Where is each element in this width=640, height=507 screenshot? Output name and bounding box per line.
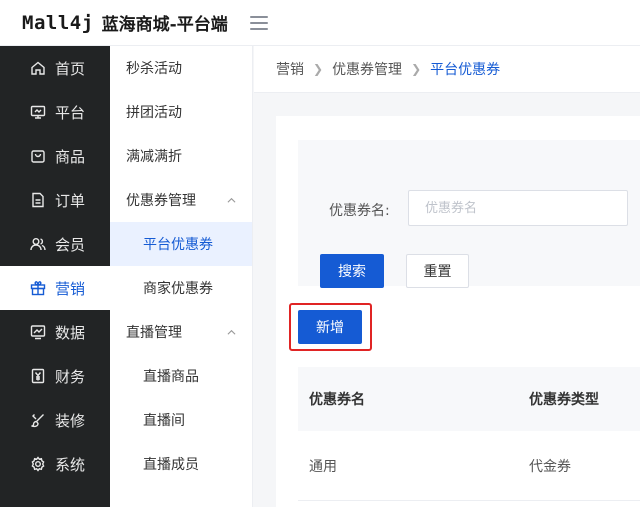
- sidebar-item-label: 系统: [55, 455, 86, 474]
- gear-icon: [31, 456, 45, 472]
- app-title: 蓝海商城-平台端: [101, 15, 228, 35]
- add-button[interactable]: 新增: [298, 310, 362, 344]
- users-icon: [30, 238, 46, 251]
- sidebar-item-label: 平台: [55, 103, 86, 122]
- submenu-item-label: 满减满折: [126, 149, 182, 165]
- submenu-group-live[interactable]: 直播管理: [110, 310, 252, 354]
- submenu-item-seckill[interactable]: 秒杀活动: [110, 46, 252, 90]
- submenu-item-label: 直播成员: [143, 457, 199, 473]
- submenu-item-discount[interactable]: 满减满折: [110, 134, 252, 178]
- brush-icon: [31, 414, 44, 428]
- submenu-item-label: 平台优惠券: [143, 237, 213, 253]
- breadcrumb-item[interactable]: 营销: [276, 59, 304, 79]
- gift-icon: [30, 281, 46, 296]
- search-button[interactable]: 搜索: [320, 254, 384, 288]
- submenu-item-label: 商家优惠券: [143, 281, 213, 297]
- document-icon: [32, 192, 44, 208]
- top-header: Mall4j 蓝海商城-平台端: [0, 0, 640, 46]
- breadcrumb-current: 平台优惠券: [430, 62, 501, 78]
- search-form: 优惠券名: 搜索 重置: [298, 140, 640, 288]
- sidebar-item-goods[interactable]: 商品: [0, 134, 110, 178]
- coupon-name-label: 优惠券名:: [329, 203, 390, 219]
- yuan-icon: [31, 368, 45, 384]
- column-header-coupon-name[interactable]: 优惠券名: [309, 367, 365, 431]
- sidebar-item-decoration[interactable]: 装修: [0, 398, 110, 442]
- sidebar-item-orders[interactable]: 订单: [0, 178, 110, 222]
- sidebar-item-label: 财务: [55, 367, 86, 386]
- sidebar-item-label: 首页: [55, 59, 86, 78]
- chevron-up-icon: [227, 329, 236, 335]
- chevron-up-icon: [227, 197, 236, 203]
- table-header: 优惠券名 优惠券类型: [298, 367, 640, 431]
- monitor-icon: [30, 105, 46, 119]
- submenu-item-live-members[interactable]: 直播成员: [110, 442, 252, 486]
- menu-toggle-icon[interactable]: [249, 15, 268, 30]
- sidebar-item-system[interactable]: 系统: [0, 442, 110, 486]
- sidebar-item-label: 订单: [55, 191, 86, 210]
- sidebar-item-label: 数据: [55, 323, 86, 342]
- cell-coupon-type: 代金券: [529, 458, 571, 475]
- submenu-item-live-goods[interactable]: 直播商品: [110, 354, 252, 398]
- content-panel: 优惠券名: 搜索 重置 新增 优惠券名 优惠券类型 通用 代金券: [276, 116, 640, 507]
- sidebar-item-platform[interactable]: 平台: [0, 90, 110, 134]
- coupon-name-input[interactable]: [408, 190, 628, 226]
- submenu-group-coupon[interactable]: 优惠券管理: [110, 178, 252, 222]
- sidebar-item-data[interactable]: 数据: [0, 310, 110, 354]
- sidebar-item-label: 会员: [55, 235, 86, 254]
- app-logo: Mall4j: [22, 11, 94, 34]
- bag-icon: [31, 150, 45, 163]
- submenu-item-group-buy[interactable]: 拼团活动: [110, 90, 252, 134]
- primary-sidebar: 首页 平台 商品 订单 会员 营销 数据 财务 装修 系统: [0, 46, 110, 507]
- chevron-right-icon: ❯: [411, 62, 422, 76]
- submenu-item-label: 直播管理: [126, 325, 182, 341]
- submenu-item-live-room[interactable]: 直播间: [110, 398, 252, 442]
- column-header-coupon-type[interactable]: 优惠券类型: [529, 367, 599, 431]
- submenu-item-label: 直播间: [143, 413, 185, 429]
- submenu-item-label: 拼团活动: [126, 105, 182, 121]
- home-icon: [31, 61, 45, 75]
- chevron-right-icon: ❯: [313, 62, 324, 76]
- submenu-item-label: 直播商品: [143, 369, 199, 385]
- sidebar-item-marketing[interactable]: 营销: [0, 266, 110, 310]
- sidebar-item-label: 营销: [55, 279, 86, 298]
- submenu-item-platform-coupon[interactable]: 平台优惠券: [110, 222, 252, 266]
- sidebar-item-finance[interactable]: 财务: [0, 354, 110, 398]
- cell-coupon-name: 通用: [309, 458, 337, 475]
- table-row[interactable]: 通用 代金券: [298, 431, 640, 501]
- sidebar-item-label: 商品: [55, 147, 86, 166]
- submenu-item-label: 秒杀活动: [126, 61, 182, 77]
- sidebar-item-label: 装修: [55, 411, 86, 430]
- secondary-sidebar: 秒杀活动 拼团活动 满减满折 优惠券管理 平台优惠券 商家优惠券 直播管理 直播…: [110, 46, 253, 507]
- chart-icon: [30, 325, 46, 340]
- breadcrumb: 营销 ❯ 优惠券管理 ❯ 平台优惠券: [254, 46, 640, 93]
- coupon-table: 优惠券名 优惠券类型 通用 代金券: [298, 367, 640, 501]
- submenu-item-merchant-coupon[interactable]: 商家优惠券: [110, 266, 252, 310]
- reset-button[interactable]: 重置: [406, 254, 469, 288]
- breadcrumb-item[interactable]: 优惠券管理: [332, 59, 402, 79]
- sidebar-item-home[interactable]: 首页: [0, 46, 110, 90]
- submenu-item-label: 优惠券管理: [126, 193, 196, 209]
- sidebar-item-members[interactable]: 会员: [0, 222, 110, 266]
